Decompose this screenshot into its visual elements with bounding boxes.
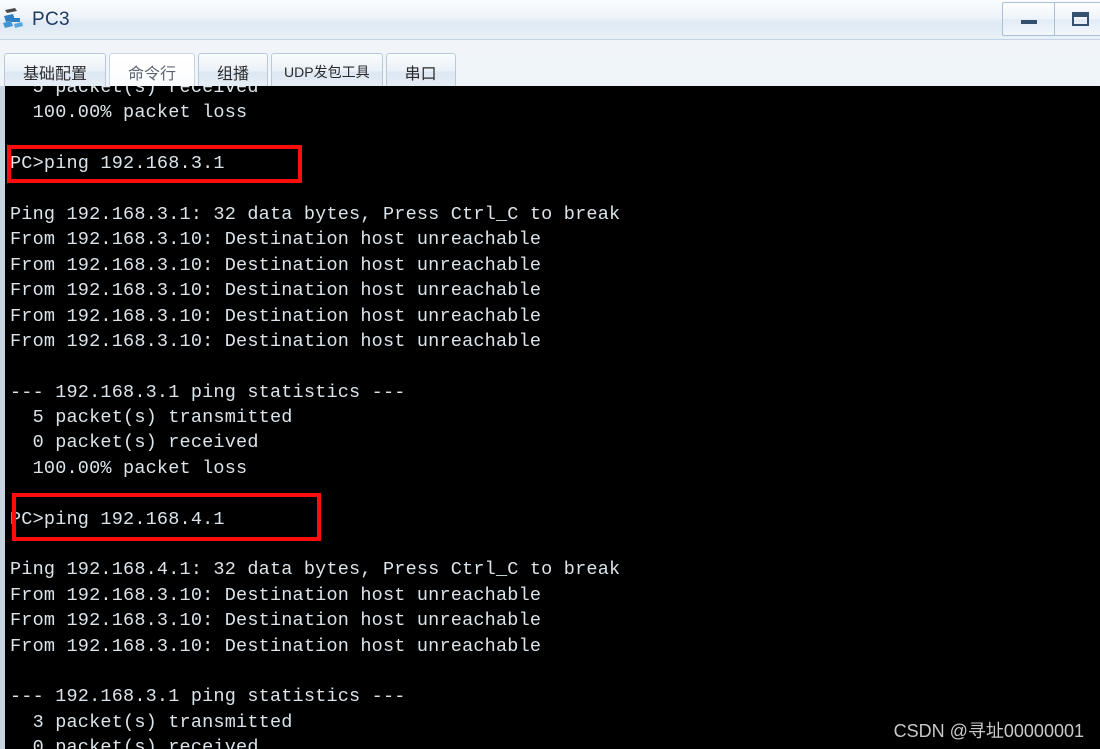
terminal-line: 0 packet(s) received xyxy=(10,432,259,454)
watermark: CSDN @寻址00000001 xyxy=(893,721,1084,741)
terminal-line: From 192.168.3.10: Destination host unre… xyxy=(10,229,542,251)
pc-computer-icon xyxy=(2,7,28,33)
terminal-line: From 192.168.3.10: Destination host unre… xyxy=(10,635,542,657)
minimize-button[interactable] xyxy=(1002,2,1054,36)
terminal-line: Ping 192.168.3.1: 32 data bytes, Press C… xyxy=(10,203,621,225)
window-controls xyxy=(1002,2,1100,36)
terminal-line: From 192.168.3.10: Destination host unre… xyxy=(10,254,542,276)
tab-label: 串口 xyxy=(404,65,437,83)
tab-2[interactable]: 组播 xyxy=(198,53,269,89)
terminal-line: 5 packet(s) transmitted xyxy=(10,407,293,429)
terminal-line: 100.00% packet loss xyxy=(10,102,248,124)
window-title: PC3 xyxy=(32,8,70,30)
terminal-line: From 192.168.3.10: Destination host unre… xyxy=(10,610,542,632)
terminal-line: From 192.168.3.10: Destination host unre… xyxy=(10,280,542,302)
terminal-line: Ping 192.168.4.1: 32 data bytes, Press C… xyxy=(10,559,621,581)
maximize-button[interactable] xyxy=(1054,2,1100,36)
terminal-line: 5 packet(s) received xyxy=(10,86,259,98)
terminal-line: From 192.168.3.10: Destination host unre… xyxy=(10,330,542,352)
tab-label: 组播 xyxy=(217,65,250,83)
terminal-line: --- 192.168.3.1 ping statistics --- xyxy=(10,686,406,708)
pc3-window: PC3 基础配置 命令行 组播 UDP发包工具 串口 5 packet(s) recei… xyxy=(0,0,1100,749)
terminal-line: PC>ping 192.168.4.1 xyxy=(10,508,225,530)
terminal-line: From 192.168.3.10: Destination host unre… xyxy=(10,305,542,327)
tab-4[interactable]: 串口 xyxy=(385,53,456,89)
terminal-line: From 192.168.3.10: Destination host unre… xyxy=(10,584,542,606)
command-line-terminal[interactable]: 5 packet(s) received 100.00% packet loss… xyxy=(0,86,1100,749)
title-bar: PC3 xyxy=(0,0,1100,40)
minimize-icon xyxy=(1020,20,1037,24)
tab-1[interactable]: 命令行 xyxy=(109,53,196,89)
tab-label: 基础配置 xyxy=(23,65,88,83)
tab-bar: 基础配置 命令行 组播 UDP发包工具 串口 xyxy=(0,41,1100,89)
tab-0[interactable]: 基础配置 xyxy=(4,53,107,89)
tab-label: UDP发包工具 xyxy=(284,63,370,80)
tab-3[interactable]: UDP发包工具 xyxy=(271,53,383,89)
terminal-line: PC>ping 192.168.3.1 xyxy=(10,153,225,175)
terminal-output: 5 packet(s) received 100.00% packet loss… xyxy=(5,86,1100,749)
tab-label: 命令行 xyxy=(128,65,177,83)
maximize-icon xyxy=(1071,12,1089,26)
terminal-line: 100.00% packet loss xyxy=(10,457,248,479)
terminal-line: --- 192.168.3.1 ping statistics --- xyxy=(10,381,406,403)
